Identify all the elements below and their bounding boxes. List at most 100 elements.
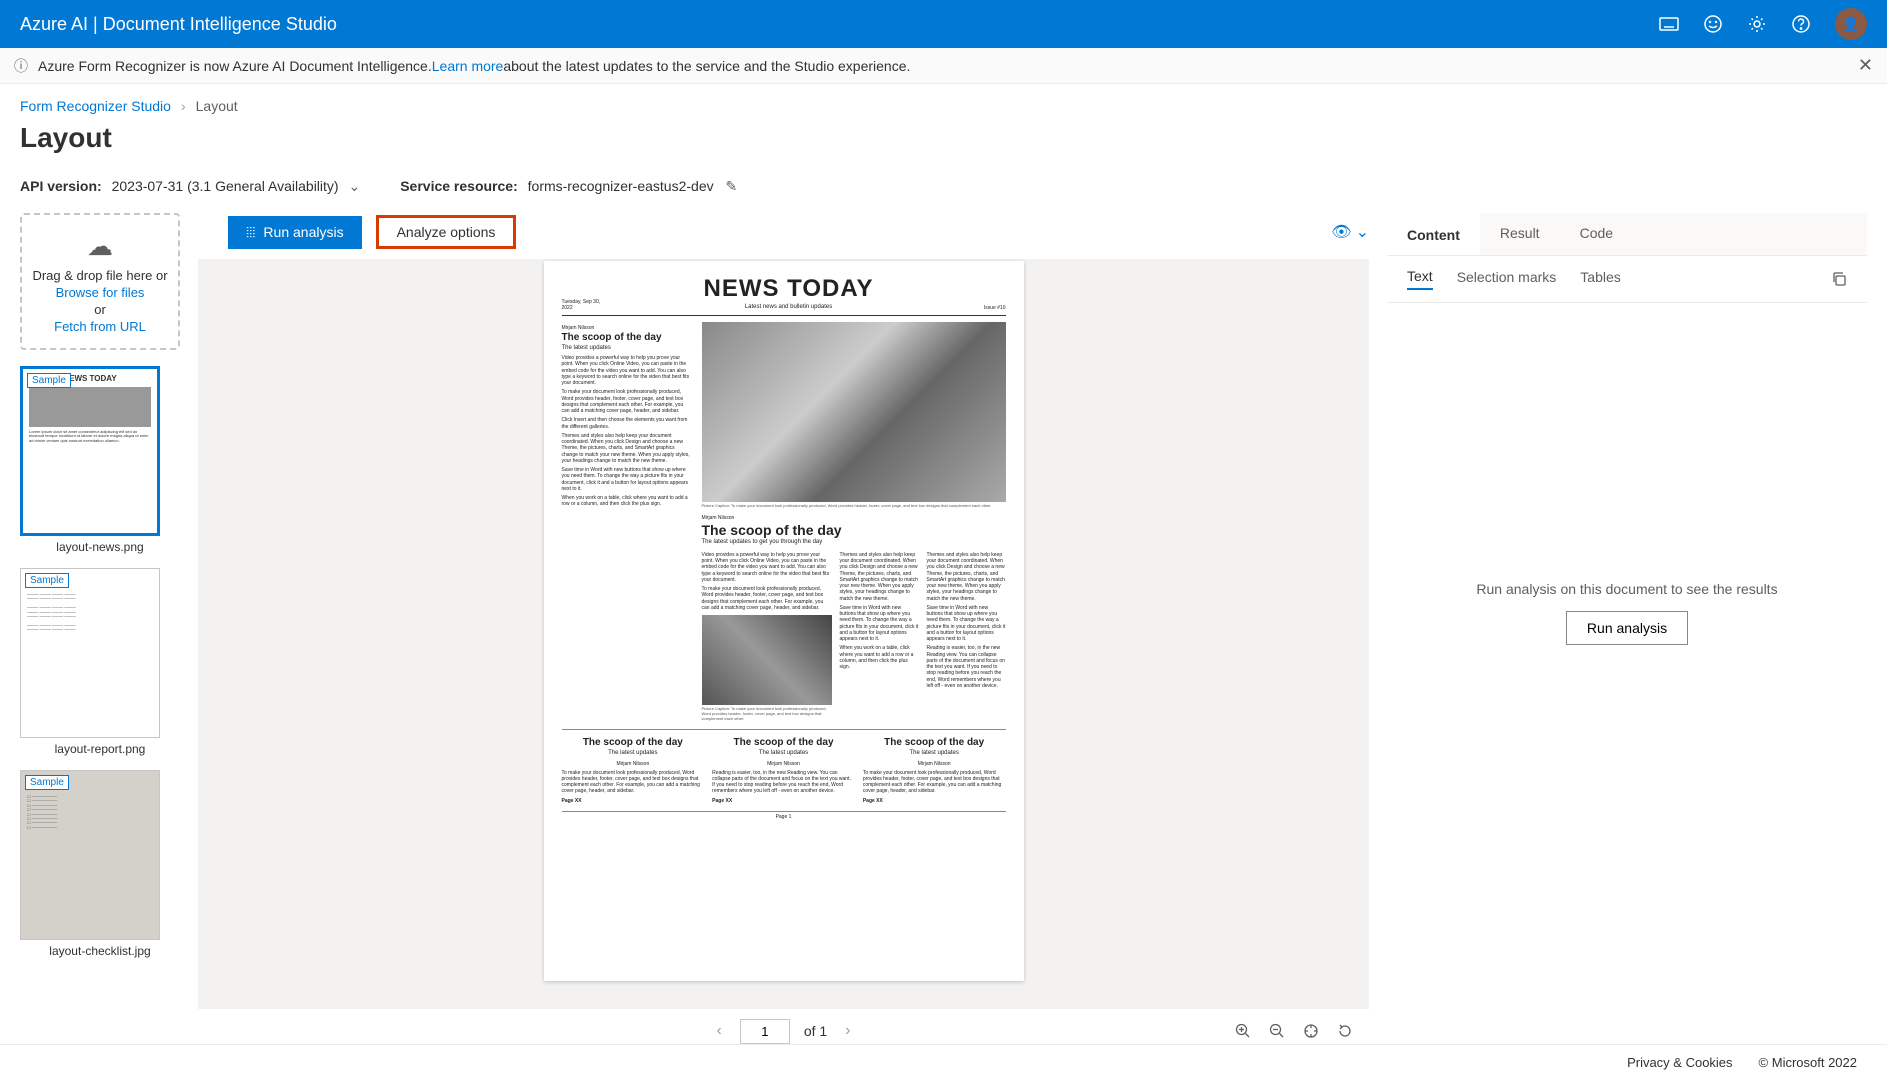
api-version-value: 2023-07-31 (3.1 General Availability) [112,178,339,194]
dropzone-text: Drag & drop file here or [28,268,172,283]
doc-para: Video provides a powerful way to help yo… [702,552,832,583]
run-analysis-label: Run analysis [263,224,343,240]
doc-photo-small [702,615,832,705]
doc-col-heading: The scoop of the day [712,737,855,749]
doc-para: Click Insert and then choose the element… [562,417,692,430]
doc-page-xx: Page XX [863,798,1006,804]
tab-code[interactable]: Code [1560,213,1633,255]
footer-bar: Privacy & Cookies © Microsoft 2022 [0,1044,1887,1080]
doc-col-byline: Mirjam Nilsson [863,761,1006,767]
thumb-name: layout-report.png [20,742,180,756]
copyright-text: © Microsoft 2022 [1759,1055,1857,1070]
copy-icon[interactable] [1831,271,1847,287]
run-analysis-button[interactable]: ⦙⦙⦙ Run analysis [228,216,362,249]
sample-tag: Sample [27,373,71,388]
analyze-options-button[interactable]: Analyze options [376,215,517,249]
thumb-layout-report[interactable]: Sample ──── ──── ──── ──────── ──── ────… [20,568,180,756]
dropzone-or: or [28,302,172,317]
doc-para: When you work on a table, click where yo… [840,645,919,670]
dropzone[interactable]: ☁ Drag & drop file here or Browse for fi… [20,213,180,350]
doc-para: Save time in Word with new buttons that … [562,467,692,492]
doc-col-sub: The latest updates [863,750,1006,757]
prev-page-icon[interactable]: ‹ [712,1018,725,1044]
gear-icon[interactable] [1747,14,1767,34]
doc-caption: Picture Caption: To make your document l… [702,707,832,721]
document-column: ⦙⦙⦙ Run analysis Analyze options 👁 ⌄ Tue… [198,213,1369,1053]
edit-icon[interactable]: ✎ [726,178,738,194]
doc-para: To make your document look professionall… [562,389,692,414]
info-text-pre: Azure Form Recognizer is now Azure AI Do… [38,58,432,74]
doc-heading: The scoop of the day [562,332,692,344]
api-version-label: API version: [20,178,102,194]
files-column: ☁ Drag & drop file here or Browse for fi… [20,213,180,1053]
doc-col-sub: The latest updates [712,750,855,757]
result-tabs-primary: Content Result Code [1387,213,1867,256]
tab-content[interactable]: Content [1387,213,1480,255]
document-canvas[interactable]: Tuesday, Sep 30, 2022 NEWS TODAY Latest … [198,259,1369,1009]
info-text-post: about the latest updates to the service … [503,58,910,74]
doc-subheading: The latest updates [562,345,692,352]
doc-page-xx: Page XX [712,798,855,804]
doc-para: Themes and styles also help keep your do… [562,433,692,464]
service-resource-label: Service resource: [400,178,518,194]
thumb-name: layout-news.png [20,540,180,554]
breadcrumb: Form Recognizer Studio › Layout [0,84,1887,122]
feedback-icon[interactable] [1703,14,1723,34]
doc-footer: Page 1 [562,811,1006,820]
tab-result[interactable]: Result [1480,213,1560,255]
keyboard-icon[interactable] [1659,14,1679,34]
empty-message: Run analysis on this document to see the… [1476,581,1777,597]
run-analysis-button-secondary[interactable]: Run analysis [1566,611,1688,645]
doc-masthead-title: NEWS TODAY [602,275,976,304]
doc-masthead-sub: Latest news and bulletin updates [602,304,976,311]
next-page-icon[interactable]: › [841,1018,854,1044]
browse-files-link[interactable]: Browse for files [28,285,172,300]
rotate-icon[interactable] [1337,1023,1353,1039]
doc-byline: Mirjam Nilsson [562,325,692,331]
topbar-actions: 👤 [1659,8,1867,40]
result-tabs-secondary: Text Selection marks Tables [1387,256,1867,303]
api-version[interactable]: API version: 2023-07-31 (3.1 General Ava… [20,178,360,195]
visibility-toggle[interactable]: 👁 ⌄ [1331,222,1369,242]
chevron-right-icon: › [181,98,186,114]
doc-para: Themes and styles also help keep your do… [840,552,919,602]
breadcrumb-current: Layout [196,98,238,114]
subtab-text[interactable]: Text [1407,268,1433,290]
doc-byline: Mirjam Nilsson [702,515,1006,521]
breadcrumb-root[interactable]: Form Recognizer Studio [20,98,171,114]
doc-subheading2: The latest updates to get you through th… [702,539,1006,546]
help-icon[interactable] [1791,14,1811,34]
doc-para: Save time in Word with new buttons that … [927,605,1006,643]
privacy-link[interactable]: Privacy & Cookies [1627,1055,1732,1070]
doc-heading-big: The scoop of the day [702,522,1006,539]
main-layout: ☁ Drag & drop file here or Browse for fi… [0,213,1887,1053]
page-title: Layout [0,122,1887,178]
doc-para: To make your document look professionall… [863,770,1006,795]
doc-toolbar: ⦙⦙⦙ Run analysis Analyze options 👁 ⌄ [198,213,1369,259]
fetch-url-link[interactable]: Fetch from URL [28,319,172,334]
doc-photo [702,322,1006,502]
fit-icon[interactable] [1303,1023,1319,1039]
doc-para: To make your document look professionall… [562,770,705,795]
top-bar: Azure AI | Document Intelligence Studio … [0,0,1887,48]
zoom-out-icon[interactable] [1269,1023,1285,1039]
page-number-input[interactable] [740,1019,790,1044]
app-title: Azure AI | Document Intelligence Studio [20,14,337,35]
doc-page-xx: Page XX [562,798,705,804]
thumb-layout-checklist[interactable]: Sample ☐ ─────────☐ ─────────☐ ─────────… [20,770,180,958]
zoom-in-icon[interactable] [1235,1023,1251,1039]
config-row: API version: 2023-07-31 (3.1 General Ava… [0,178,1887,213]
thumb-layout-news[interactable]: Sample NEWS TODAY Lorem ipsum dolor sit … [20,366,180,554]
doc-date: Tuesday, Sep 30, 2022 [562,299,602,311]
doc-caption: Picture Caption: To make your document l… [702,504,1006,509]
chevron-down-icon[interactable]: ⌄ [348,178,360,194]
scan-icon: ⦙⦙⦙ [246,224,255,241]
close-icon[interactable]: ✕ [1858,55,1873,76]
doc-para: Save time in Word with new buttons that … [840,605,919,643]
subtab-selection-marks[interactable]: Selection marks [1457,269,1557,289]
thumb-name: layout-checklist.jpg [20,944,180,958]
doc-col-byline: Mirjam Nilsson [562,761,705,767]
avatar[interactable]: 👤 [1835,8,1867,40]
learn-more-link[interactable]: Learn more [432,58,504,74]
subtab-tables[interactable]: Tables [1580,269,1620,289]
